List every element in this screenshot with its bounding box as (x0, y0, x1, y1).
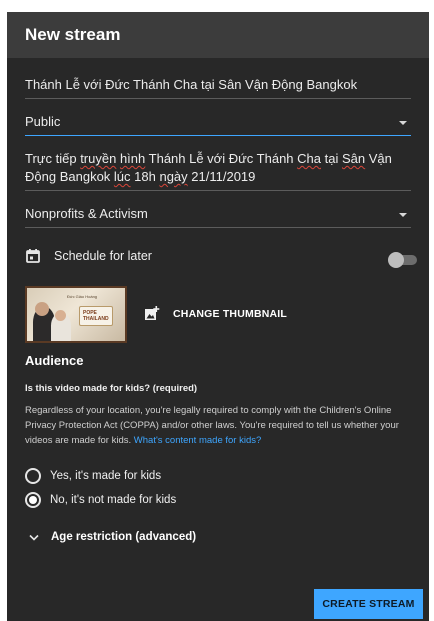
title-field[interactable]: Thánh Lễ với Đức Thánh Cha tại Sân Vận Đ… (25, 76, 411, 99)
description-segment: ngày (159, 169, 188, 184)
audience-heading: Audience (25, 353, 84, 368)
category-select[interactable]: Nonprofits & Activism (25, 205, 411, 229)
description-segment: Cha (297, 151, 322, 166)
description-segment: 18h (130, 169, 160, 184)
radio-button-yes[interactable] (25, 468, 41, 484)
description-segment: truyền (80, 151, 117, 166)
kids-content-link[interactable]: What's content made for kids? (134, 435, 262, 446)
description-underline (25, 190, 411, 191)
create-stream-button[interactable]: CREATE STREAM (314, 589, 423, 619)
toggle-thumb (388, 252, 404, 268)
description-field[interactable]: Trực tiếp truyền hình Thánh Lễ với Đức T… (25, 150, 411, 191)
radio-label-no: No, it's not made for kids (50, 494, 177, 506)
radio-option-yes[interactable]: Yes, it's made for kids (25, 468, 161, 484)
age-restriction-toggle[interactable]: Age restriction (advanced) (29, 531, 196, 543)
visibility-value: Public (25, 114, 61, 129)
radio-button-no[interactable] (25, 492, 41, 508)
radio-option-no[interactable]: No, it's not made for kids (25, 492, 176, 508)
visibility-select[interactable]: Public (25, 113, 411, 137)
schedule-toggle[interactable] (388, 252, 417, 268)
thumbnail-caption: Đức Giáo Hoàng (67, 294, 98, 299)
pope-logo-text: POPE THAILAND (83, 310, 109, 322)
radio-label-yes: Yes, it's made for kids (50, 470, 162, 482)
description-segment: Bangkok (59, 169, 111, 184)
kids-question: Is this video made for kids? (required) (25, 383, 198, 394)
description-value: Trực tiếp truyền hình Thánh Lễ với Đức T… (25, 150, 411, 186)
coppa-help-text: Regardless of your location, you're lega… (25, 405, 399, 446)
dialog-header: New stream (7, 12, 429, 58)
schedule-row: Schedule for later (25, 248, 152, 264)
new-stream-dialog: New stream Thánh Lễ với Đức Thánh Cha tạ… (7, 12, 429, 621)
dialog-title: New stream (25, 25, 121, 44)
age-restriction-label: Age restriction (advanced) (51, 531, 197, 543)
change-thumbnail-button[interactable]: CHANGE THUMBNAIL (144, 306, 287, 321)
description-segment: hình (119, 151, 146, 166)
thumbnail-image: Đức Giáo Hoàng POPE THAILAND (25, 286, 127, 343)
description-segment: Thánh Lễ với Đức Thánh (145, 151, 298, 166)
caret-down-icon (399, 213, 407, 217)
description-segment: Sân (341, 151, 366, 166)
description-segment: tại (321, 151, 342, 166)
title-value: Thánh Lễ với Đức Thánh Cha tại Sân Vận Đ… (25, 77, 358, 92)
chevron-down-icon (29, 534, 39, 541)
visibility-underline (25, 135, 411, 136)
change-thumbnail-label: CHANGE THUMBNAIL (173, 307, 288, 320)
caret-down-icon (399, 121, 407, 125)
schedule-label: Schedule for later (54, 249, 152, 263)
category-underline (25, 227, 411, 228)
calendar-icon (26, 249, 40, 263)
description-segment: Trực tiếp (25, 151, 81, 166)
description-segment: 21/11/2019 (187, 169, 256, 184)
category-value: Nonprofits & Activism (25, 206, 148, 221)
description-segment: lúc (113, 169, 131, 184)
add-photo-icon (145, 306, 160, 320)
title-underline (25, 98, 411, 99)
